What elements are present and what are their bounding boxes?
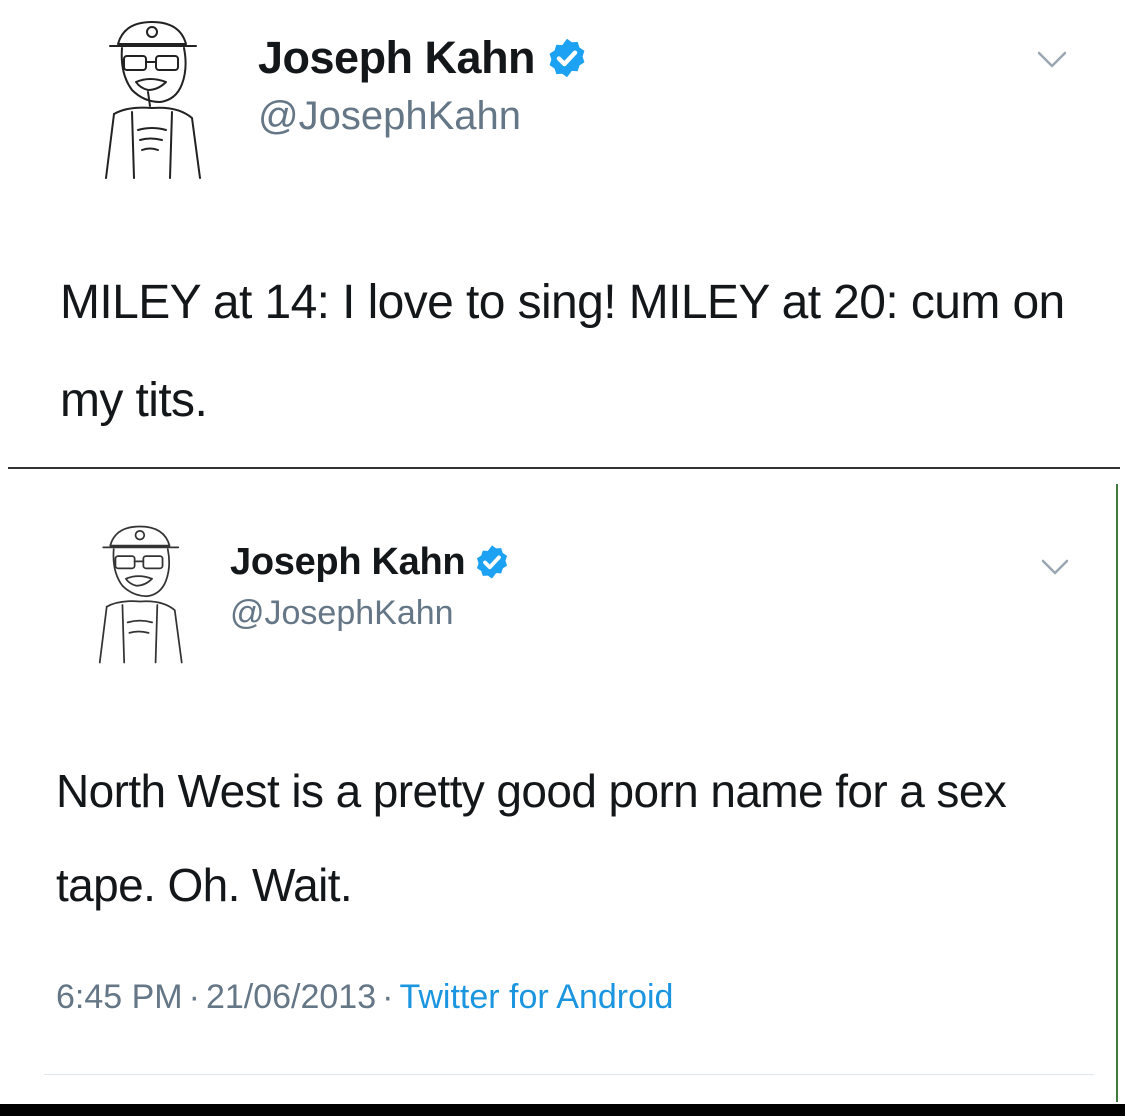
tweet-text: North West is a pretty good porn name fo… bbox=[56, 765, 1007, 911]
tweet-card: Joseph Kahn @JosephKahn MILEY at 14: I l… bbox=[0, 0, 1125, 468]
avatar[interactable] bbox=[84, 516, 194, 666]
verified-badge-icon bbox=[477, 545, 508, 579]
handle[interactable]: @JosephKahn bbox=[230, 594, 454, 633]
name-row: Joseph Kahn bbox=[258, 28, 589, 88]
tweet-date[interactable]: 21/06/2013 bbox=[206, 978, 376, 1016]
verified-badge-icon bbox=[549, 38, 585, 78]
avatar[interactable] bbox=[88, 10, 214, 182]
tweet-meta: 6:45 PM · 21/06/2013 · Twitter for Android bbox=[56, 978, 673, 1017]
tweet-time[interactable]: 6:45 PM bbox=[56, 978, 183, 1016]
tweet-source-link[interactable]: Twitter for Android bbox=[399, 978, 673, 1016]
chevron-down-icon[interactable] bbox=[1040, 558, 1070, 576]
tweet-divider bbox=[44, 1074, 1094, 1075]
name-row: Joseph Kahn bbox=[230, 536, 511, 588]
tweet-text: MILEY at 14: I love to sing! MILEY at 20… bbox=[60, 276, 1065, 427]
screenshot-bottom-edge bbox=[0, 1104, 1125, 1116]
tweet-card: Joseph Kahn @JosephKahn North West is a … bbox=[0, 470, 1125, 1106]
handle[interactable]: @JosephKahn bbox=[258, 94, 521, 139]
display-name[interactable]: Joseph Kahn bbox=[230, 541, 466, 584]
meta-separator: · bbox=[382, 978, 394, 1016]
display-name[interactable]: Joseph Kahn bbox=[258, 32, 536, 84]
screenshot-edge-line bbox=[1116, 484, 1118, 1102]
chevron-down-icon[interactable] bbox=[1036, 50, 1068, 70]
meta-separator: · bbox=[188, 978, 200, 1016]
screenshot-divider bbox=[8, 467, 1120, 469]
